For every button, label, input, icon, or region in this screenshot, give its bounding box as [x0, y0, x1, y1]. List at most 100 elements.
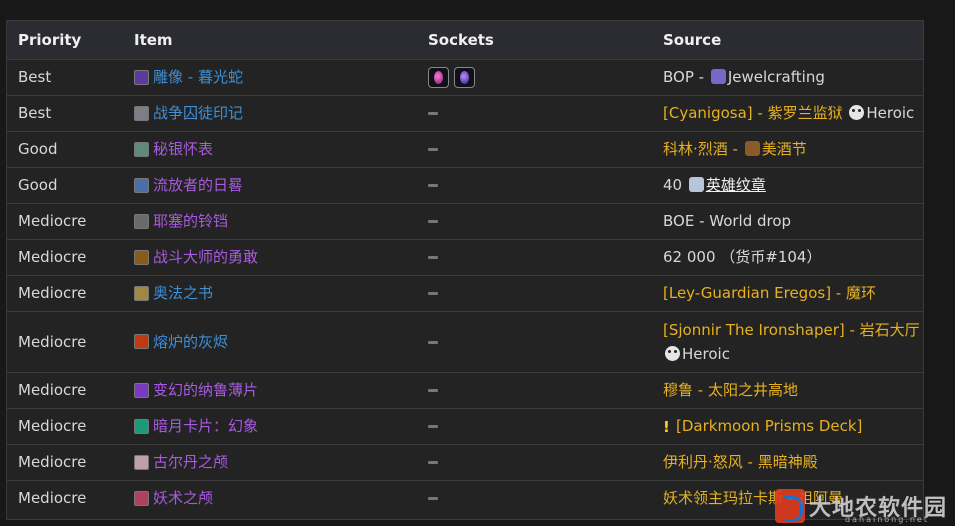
- no-sockets-dash: [428, 340, 438, 344]
- source-link[interactable]: 伊利丹·怒风 - 黑暗神殿: [663, 453, 818, 471]
- table-header-row: Priority Item Sockets Source: [7, 21, 923, 59]
- no-sockets-dash: [428, 220, 438, 223]
- sockets-cell: [417, 407, 652, 444]
- item-link[interactable]: 战斗大师的勇敢: [153, 245, 258, 269]
- no-sockets-dash: [428, 256, 438, 259]
- item-cell: 秘银怀表: [123, 130, 417, 167]
- source-column-header[interactable]: Source: [652, 21, 923, 59]
- item-link[interactable]: 秘银怀表: [153, 137, 213, 161]
- table-row: Mediocre 奥法之书 [Ley-Guardian Eregos] - 魔环: [7, 274, 923, 311]
- priority-cell: Good: [7, 166, 123, 203]
- source-cell: 40 英雄纹章: [652, 166, 923, 203]
- priority-cell: Good: [7, 130, 123, 167]
- item-link[interactable]: 变幻的纳鲁薄片: [153, 378, 258, 402]
- naaru-sliver-icon[interactable]: [134, 382, 149, 398]
- no-sockets-dash: [428, 461, 438, 464]
- source-text: BOE - World drop: [663, 212, 792, 230]
- no-sockets-dash: [428, 148, 438, 151]
- table-row: Mediocre 耶塞的铃铛 BOE - World drop: [7, 202, 923, 239]
- item-link[interactable]: 古尔丹之颅: [153, 450, 228, 474]
- source-cell: ! [Darkmoon Prisms Deck]: [652, 407, 923, 444]
- source-text: Heroic: [866, 104, 915, 122]
- table-row: Mediocre 妖术之颅 妖术领主玛拉卡斯 - 祖阿曼: [7, 479, 923, 516]
- bell-icon[interactable]: [134, 213, 149, 229]
- table-row: Best 战争囚徒印记 [Cyanigosa] - 紫罗兰监狱 Heroic: [7, 94, 923, 131]
- violet-statue-icon[interactable]: [134, 69, 149, 85]
- table-row: Best 雕像 - 暮光蛇 BOP - Jewelcrafting: [7, 58, 923, 95]
- item-priority-table: Priority Item Sockets Source Best 雕像 - 暮光…: [7, 21, 923, 516]
- item-link[interactable]: 暗月卡片：幻象: [153, 414, 258, 438]
- no-sockets-dash: [428, 497, 438, 501]
- source-link[interactable]: [Cyanigosa] - 紫罗兰监狱: [663, 104, 847, 122]
- purple-gem-socket-icon[interactable]: [454, 67, 475, 88]
- guldan-skull-icon[interactable]: [134, 454, 149, 470]
- jewelcrafting-icon: [710, 69, 726, 84]
- source-text: BOP -: [663, 68, 709, 86]
- no-sockets-dash: [428, 425, 438, 428]
- priority-cell: Mediocre: [7, 371, 123, 408]
- source-cell: BOP - Jewelcrafting: [652, 58, 923, 95]
- priority-cell: Mediocre: [7, 407, 123, 444]
- sockets-cell: [417, 443, 652, 480]
- item-link[interactable]: 战争囚徒印记: [153, 101, 243, 125]
- sockets-column-header[interactable]: Sockets: [417, 21, 652, 59]
- sockets-cell: [417, 310, 652, 372]
- item-link[interactable]: 雕像 - 暮光蛇: [153, 65, 243, 89]
- sockets-cell: [417, 274, 652, 311]
- quest-exclamation-icon: !: [663, 418, 670, 436]
- grey-seal-icon[interactable]: [134, 105, 149, 121]
- source-text: 40: [663, 176, 687, 194]
- sockets-cell: [417, 58, 652, 95]
- source-text: Jewelcrafting: [727, 68, 825, 86]
- priority-cell: Mediocre: [7, 479, 123, 516]
- battlemaster-icon[interactable]: [134, 249, 149, 265]
- source-link[interactable]: 穆鲁 - 太阳之井高地: [663, 381, 798, 399]
- priority-column-header[interactable]: Priority: [7, 21, 123, 59]
- no-sockets-dash: [428, 292, 438, 295]
- source-link[interactable]: [Darkmoon Prisms Deck]: [676, 417, 862, 435]
- pink-gem-socket-icon[interactable]: [428, 67, 449, 88]
- source-link[interactable]: 科林·烈酒 -: [663, 140, 743, 158]
- darkmoon-card-icon[interactable]: [134, 418, 149, 434]
- source-link[interactable]: 美酒节: [762, 140, 807, 158]
- table-row: Good 流放者的日晷 40 英雄纹章: [7, 166, 923, 203]
- source-text: Heroic: [682, 344, 730, 363]
- item-cell: 妖术之颅: [123, 479, 417, 516]
- table-row: Good 秘银怀表 科林·烈酒 - 美酒节: [7, 130, 923, 167]
- recommendation-table-panel: Priority Item Sockets Source Best 雕像 - 暮光…: [6, 20, 924, 520]
- sockets-cell: [417, 130, 652, 167]
- priority-cell: Mediocre: [7, 238, 123, 275]
- item-cell: 变幻的纳鲁薄片: [123, 371, 417, 408]
- priority-cell: Mediocre: [7, 310, 123, 372]
- source-cell: 伊利丹·怒风 - 黑暗神殿: [652, 443, 923, 480]
- item-cell: 暗月卡片：幻象: [123, 407, 417, 444]
- arcane-book-icon[interactable]: [134, 285, 149, 301]
- source-text[interactable]: 英雄纹章: [706, 176, 766, 194]
- source-cell: [Ley-Guardian Eregos] - 魔环: [652, 274, 923, 311]
- source-cell: [Cyanigosa] - 紫罗兰监狱 Heroic: [652, 94, 923, 131]
- item-cell: 奥法之书: [123, 274, 417, 311]
- priority-cell: Best: [7, 94, 123, 131]
- source-cell: BOE - World drop: [652, 202, 923, 239]
- sockets-cell: [417, 94, 652, 131]
- table-row: Mediocre 战斗大师的勇敢 62 000 （货币#104）: [7, 238, 923, 275]
- pocket-watch-icon[interactable]: [134, 141, 149, 157]
- sockets-cell: [417, 202, 652, 239]
- item-link[interactable]: 耶塞的铃铛: [153, 209, 228, 233]
- item-cell: 战斗大师的勇敢: [123, 238, 417, 275]
- source-link[interactable]: [Ley-Guardian Eregos] - 魔环: [663, 284, 876, 302]
- item-link[interactable]: 奥法之书: [153, 281, 213, 305]
- source-cell: 妖术领主玛拉卡斯 - 祖阿曼: [652, 479, 923, 516]
- source-link[interactable]: [Sjonnir The Ironshaper] - 岩石大厅: [663, 321, 920, 339]
- item-cell: 雕像 - 暮光蛇: [123, 58, 417, 95]
- item-column-header[interactable]: Item: [123, 21, 417, 59]
- embers-icon[interactable]: [134, 334, 149, 349]
- item-link[interactable]: 流放者的日晷: [153, 173, 243, 197]
- item-link[interactable]: 熔炉的灰烬: [153, 330, 228, 354]
- priority-cell: Mediocre: [7, 443, 123, 480]
- sockets-cell: [417, 371, 652, 408]
- source-link[interactable]: 妖术领主玛拉卡斯 - 祖阿曼: [663, 489, 843, 507]
- sundial-icon[interactable]: [134, 177, 149, 193]
- hex-skull-icon[interactable]: [134, 490, 149, 506]
- item-link[interactable]: 妖术之颅: [153, 486, 213, 510]
